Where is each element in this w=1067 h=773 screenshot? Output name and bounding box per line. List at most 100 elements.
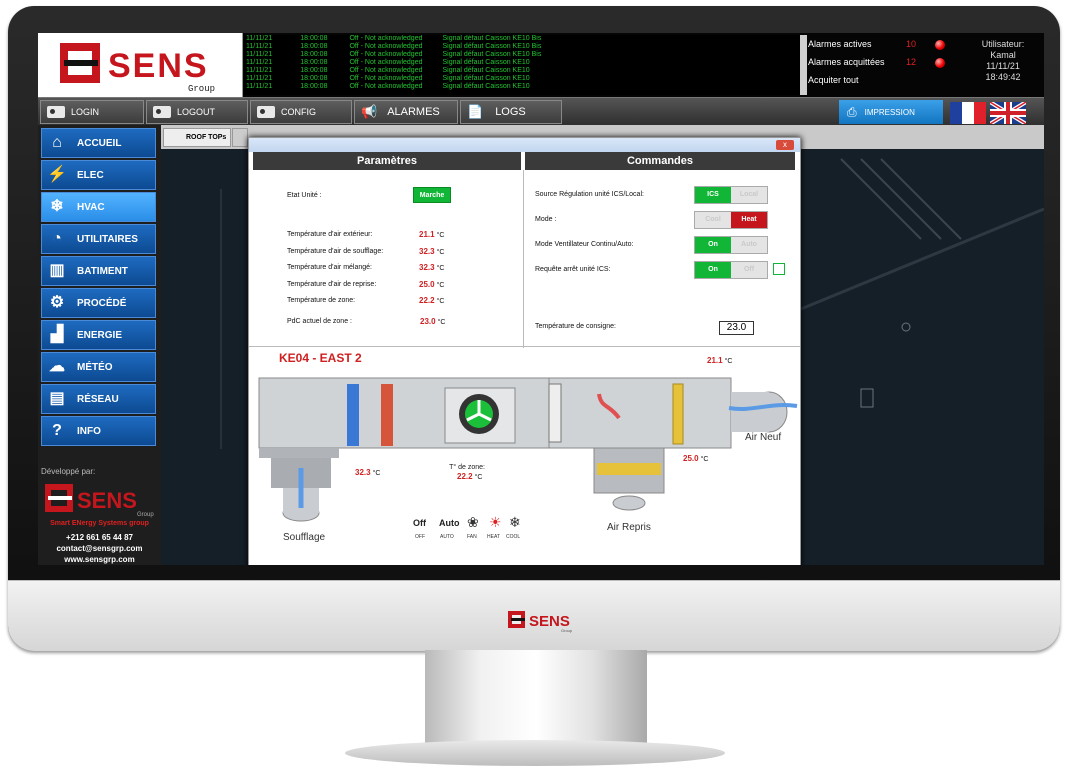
command-toggle[interactable]: ICS Local	[694, 186, 768, 204]
log-time: 18:00:08	[300, 59, 328, 66]
temp-value-number: 22.2	[419, 296, 435, 305]
printer-icon: ⎙	[847, 104, 857, 119]
user-label: Utilisateur:	[981, 39, 1025, 49]
chin-brand-sub: Group	[561, 628, 573, 633]
logs-button[interactable]: 📄 LOGS	[460, 100, 562, 124]
legend-auto: Auto	[439, 518, 460, 528]
log-status: Off - Not acknowledged	[349, 43, 423, 50]
developer-web[interactable]: www.sensgrp.com	[38, 555, 161, 564]
tab-roof-tops[interactable]: ROOF TOPs	[163, 128, 231, 147]
log-message: Signal défaut Caisson KE10 Bis	[442, 43, 542, 50]
chart-icon: ▟	[50, 326, 64, 343]
alarm-led-icon	[935, 58, 945, 68]
setpoint-input[interactable]: 23.0	[719, 321, 754, 335]
alarmes-button[interactable]: 📢 ALARMES	[354, 100, 458, 124]
cloud-icon: ☁	[49, 358, 65, 375]
toggle-option-a[interactable]: Cool	[695, 212, 731, 228]
log-time: 18:00:08	[300, 75, 328, 82]
legend-cool-small: COOL	[506, 534, 521, 540]
nav-item-accueil[interactable]: ⌂ ACCUEIL	[41, 128, 156, 158]
login-button[interactable]: LOGIN	[40, 100, 144, 124]
legend-auto-small: AUTO	[440, 534, 454, 540]
temp-unit: °C	[436, 298, 445, 305]
toggle-option-b[interactable]: Heat	[731, 212, 767, 228]
monitor-stand-neck	[425, 650, 647, 745]
temp-value-number: 32.3	[419, 246, 435, 256]
log-status: Off - Not acknowledged	[349, 67, 423, 74]
developer-label: Développé par:	[41, 467, 96, 476]
nav-item-label: ACCUEIL	[77, 137, 122, 149]
help-icon: ?	[52, 422, 62, 439]
etat-button[interactable]: Marche	[413, 187, 451, 203]
log-date: 11/11/21	[246, 43, 273, 50]
acked-alarms-row[interactable]: Alarmes acquittées 12	[808, 57, 968, 71]
alarmes-label: ALARMES	[387, 106, 440, 118]
gears-icon: ⚙	[49, 294, 65, 311]
logout-button[interactable]: LOGOUT	[146, 100, 248, 124]
log-date: 11/11/21	[246, 67, 273, 74]
flag-uk-icon[interactable]	[990, 102, 1026, 124]
nav-item-procédé[interactable]: ⚙ PROCÉDÉ	[41, 288, 156, 318]
command-toggle[interactable]: On Off	[694, 261, 768, 279]
calendar-icon[interactable]	[773, 263, 785, 275]
command-label: Mode Ventillateur Continu/Auto:	[535, 241, 634, 248]
commands-header: Commandes	[525, 152, 795, 170]
thermometer-snow-icon: ❄	[50, 198, 64, 215]
toggle-option-b[interactable]: Off	[731, 262, 767, 278]
log-date: 11/11/21	[246, 59, 273, 66]
home-icon: ⌂	[52, 134, 62, 151]
log-time: 18:00:08	[300, 51, 328, 58]
top-bar: SENS Group 11/11/21 18:00:08 Off - Not ack…	[38, 33, 1044, 97]
temp-value-number: 25.0	[419, 279, 435, 289]
toggle-option-a[interactable]: On	[695, 237, 731, 253]
toggle-option-a[interactable]: On	[695, 262, 731, 278]
ack-all-button[interactable]: Acquiter tout	[808, 75, 968, 89]
log-status: Off - Not acknowledged	[349, 75, 423, 82]
etat-label: Etat Unité :	[287, 192, 322, 199]
brand-name: SENS	[108, 47, 209, 85]
toggle-option-b[interactable]: Local	[731, 187, 767, 203]
nav-item-elec[interactable]: ⚡ ELEC	[41, 160, 156, 190]
nav-item-hvac[interactable]: ❄ HVAC	[41, 192, 156, 222]
temp-label: Température d'air extérieur:	[287, 231, 373, 238]
outside-temp: 21.1 °C	[707, 356, 732, 365]
toggle-option-b[interactable]: Auto	[731, 237, 767, 253]
nav-item-utilitaires[interactable]: ◔ UTILITAIRES	[41, 224, 156, 254]
nav-item-batiment[interactable]: ▥ BATIMENT	[41, 256, 156, 286]
nav-item-météo[interactable]: ☁ MÉTÉO	[41, 352, 156, 382]
setpoint-label: Température de consigne:	[535, 323, 616, 330]
command-toggle[interactable]: Cool Heat	[694, 211, 768, 229]
supply-temp-unit: °C	[372, 470, 381, 477]
params-header: Paramètres	[253, 152, 521, 170]
nav-item-label: ELEC	[77, 169, 104, 181]
nav-item-info[interactable]: ? INFO	[41, 416, 156, 446]
developer-phone: +212 661 65 44 87	[66, 533, 133, 542]
log-row: 11/11/21 18:00:08 Off - Not acknowledged Si…	[246, 75, 800, 83]
developer-email[interactable]: contact@sensgrp.com	[38, 544, 161, 553]
user-time: 18:49:42	[985, 72, 1021, 82]
gauge-icon: ◔	[52, 230, 62, 247]
toggle-option-a[interactable]: ICS	[695, 187, 731, 203]
temp-value: 22.2 °C	[419, 296, 444, 305]
tab-hvac-icon[interactable]	[232, 128, 248, 147]
active-alarms-row[interactable]: Alarmes actives 10	[808, 39, 968, 53]
nav-item-energie[interactable]: ▟ ENERGIE	[41, 320, 156, 350]
temp-unit: °C	[436, 248, 445, 256]
flag-fr-icon[interactable]	[950, 102, 986, 124]
window-title-bar[interactable]: x	[249, 138, 800, 152]
fan-icon: ❀	[467, 514, 479, 530]
command-toggle[interactable]: On Auto	[694, 236, 768, 254]
impression-button[interactable]: ⎙ IMPRESSION	[839, 100, 943, 124]
nav-item-réseau[interactable]: ▤ RÉSEAU	[41, 384, 156, 414]
config-button[interactable]: CONFIG	[250, 100, 352, 124]
developer-logo: SENS Group	[45, 484, 154, 518]
soufflage-label: Soufflage	[283, 532, 326, 543]
temp-unit: °C	[436, 265, 445, 272]
temp-unit: °C	[436, 281, 445, 289]
alarm-scrollbar[interactable]	[800, 35, 807, 95]
event-log: 11/11/21 18:00:08 Off - Not acknowledged Si…	[244, 35, 800, 95]
log-row: 11/11/21 18:00:08 Off - Not acknowledged Si…	[246, 43, 800, 51]
temp-value: 32.3 °C	[419, 247, 444, 256]
close-icon[interactable]: x	[776, 140, 794, 150]
cool-icon: ❄	[509, 514, 521, 530]
